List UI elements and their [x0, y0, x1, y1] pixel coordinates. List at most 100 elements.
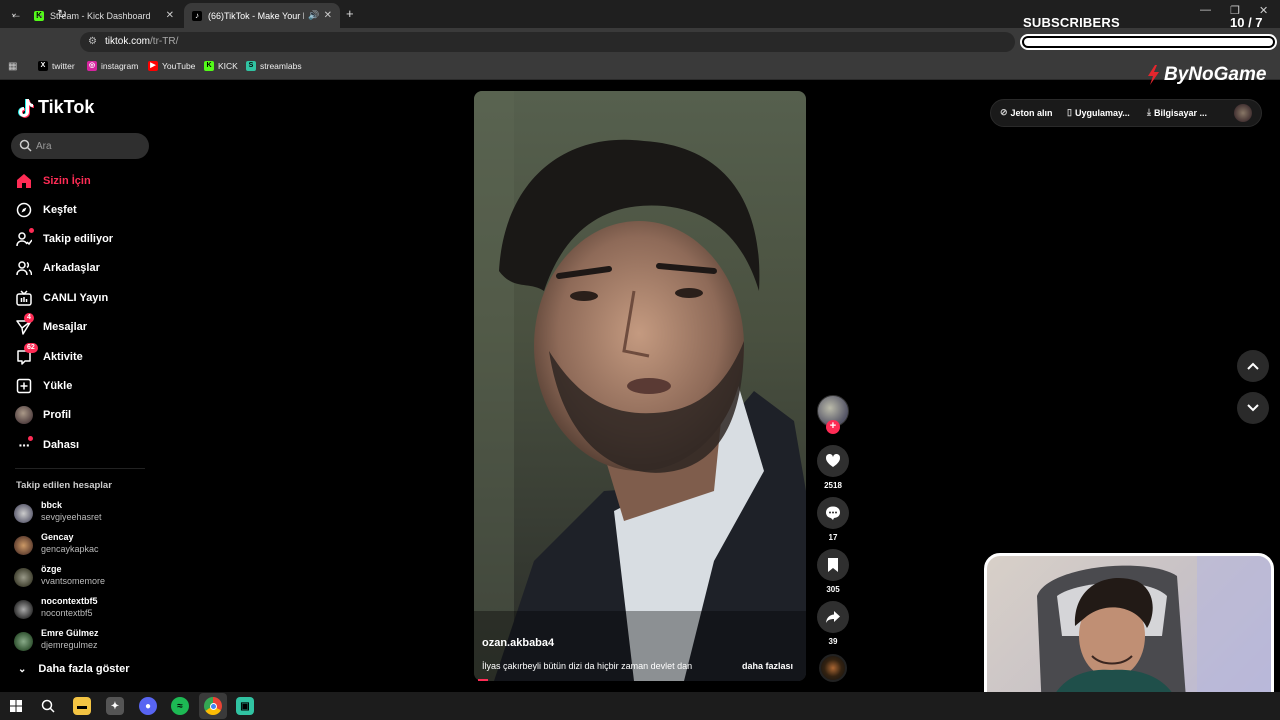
- next-video-button[interactable]: [1237, 392, 1269, 424]
- show-more-button[interactable]: ⌄ Daha fazla göster: [18, 663, 129, 675]
- spotify-icon[interactable]: ≈: [171, 697, 189, 715]
- windows-taskbar: [0, 692, 1280, 720]
- nav-label: Aktivite: [43, 351, 83, 363]
- omnibox[interactable]: [80, 32, 1015, 52]
- site-info-icon[interactable]: ⚙: [88, 36, 100, 48]
- nav-messages[interactable]: 4 Mesajlar: [15, 313, 155, 338]
- share-count: 39: [828, 637, 838, 646]
- webcam-feed: [1037, 556, 1271, 712]
- share-icon: [826, 611, 840, 623]
- following-account[interactable]: Gencay gencaykapkac: [14, 532, 154, 558]
- download-icon: ⤓: [1147, 107, 1151, 117]
- following-icon: [15, 228, 34, 248]
- get-app-button[interactable]: ▯ Uygulamay...: [1067, 107, 1130, 118]
- search-input[interactable]: [36, 138, 141, 154]
- following-accounts-title: Takip edilen hesaplar: [16, 480, 112, 491]
- avatar: [14, 600, 33, 619]
- nav-label: Mesajlar: [43, 321, 88, 333]
- bookmark-instagram[interactable]: ◎ instagram: [87, 61, 138, 71]
- minimize-icon[interactable]: —: [1200, 4, 1211, 16]
- nav-live[interactable]: CANLI Yayın: [15, 287, 155, 309]
- tiktok-favicon-icon: ♪: [192, 10, 202, 21]
- following-account[interactable]: Emre Gülmez djemregulmez: [14, 628, 154, 654]
- reload-icon[interactable]: ↻: [57, 7, 67, 21]
- nav-upload[interactable]: Yükle: [15, 375, 155, 397]
- speaker-icon[interactable]: 🔊: [308, 10, 319, 21]
- avatar: [14, 504, 33, 523]
- back-icon[interactable]: ←: [10, 7, 22, 21]
- nav-friends[interactable]: Arkadaşlar: [15, 257, 155, 279]
- tiktok-logo[interactable]: TikTok: [16, 97, 94, 118]
- tab-title: (66)TikTok - Make Your Day: [208, 10, 304, 21]
- caption-more-link[interactable]: daha fazlası: [742, 661, 793, 671]
- forward-icon[interactable]: →: [33, 7, 45, 21]
- account-username: djemregulmez: [41, 640, 98, 650]
- nav-label: Profil: [43, 409, 72, 421]
- follow-plus-button[interactable]: +: [826, 420, 840, 434]
- like-count: 2518: [824, 481, 842, 490]
- tab-tiktok[interactable]: ♪ (66)TikTok - Make Your Day 🔊 ✕: [184, 3, 340, 28]
- nav-label: Takip ediliyor: [43, 233, 114, 245]
- phone-icon: ▯: [1067, 107, 1072, 117]
- windows-start-icon[interactable]: [7, 697, 25, 715]
- nav-profile[interactable]: Profil: [15, 404, 155, 426]
- previous-video-button[interactable]: [1237, 350, 1269, 382]
- user-avatar[interactable]: [1234, 104, 1252, 122]
- nav-more[interactable]: ··· Dahası: [15, 434, 155, 456]
- nav-for-you[interactable]: Sizin İçin: [15, 170, 155, 192]
- chrome-icon[interactable]: [204, 697, 222, 715]
- message-icon: 4: [15, 313, 34, 336]
- friends-icon: [15, 259, 33, 277]
- account-name: Gencay: [41, 532, 74, 542]
- nav-explore[interactable]: Keşfet: [15, 199, 155, 221]
- activity-badge: 62: [24, 343, 38, 353]
- discord-icon[interactable]: ●: [139, 697, 157, 715]
- tab-kick-dashboard[interactable]: K Stream - Kick Dashboard ✕: [26, 3, 182, 28]
- following-account[interactable]: nocontextbf5 nocontextbf5: [14, 596, 154, 622]
- following-account[interactable]: özge vvantsomemore: [14, 564, 154, 590]
- messages-badge: 4: [24, 313, 34, 323]
- close-tab-icon[interactable]: ✕: [166, 10, 174, 21]
- bookmark-streamlabs[interactable]: Sstreamlabs: [246, 61, 302, 71]
- account-name: bbck: [41, 500, 63, 510]
- bookmark-kick[interactable]: K KICK: [204, 61, 238, 71]
- like-button[interactable]: [817, 445, 849, 477]
- desktop-app-button[interactable]: ⤓ Bilgisayar ...: [1147, 107, 1207, 118]
- close-tab-icon[interactable]: ✕: [324, 10, 332, 21]
- video-frame-illustration: [474, 91, 806, 681]
- chevron-down-icon: [1247, 404, 1259, 412]
- streamlabs-taskbar-icon[interactable]: ▣: [236, 697, 254, 715]
- bookmark-icon: [828, 558, 838, 572]
- nav-label: Keşfet: [43, 204, 77, 216]
- upload-icon: [15, 377, 33, 395]
- url-text[interactable]: tiktok.com/tr-TR/: [105, 36, 178, 47]
- home-icon: [15, 172, 33, 190]
- video-author[interactable]: ozan.akbaba4: [482, 637, 554, 649]
- logo-text: TikTok: [38, 97, 95, 117]
- comment-button[interactable]: [817, 497, 849, 529]
- profile-avatar: [15, 406, 33, 424]
- video-player[interactable]: [474, 91, 806, 681]
- nav-label: Arkadaşlar: [43, 262, 100, 274]
- search-icon[interactable]: [19, 139, 32, 152]
- get-coins-button[interactable]: ⊘ Jeton alın: [1000, 107, 1053, 118]
- music-disc-icon[interactable]: [819, 654, 847, 682]
- coin-icon: ⊘: [1000, 107, 1008, 117]
- account-username: nocontextbf5: [41, 608, 93, 618]
- bookmark-twitter[interactable]: Xtwitter: [38, 61, 75, 71]
- video-progress-bar[interactable]: [478, 679, 488, 681]
- nav-label: Dahası: [43, 439, 80, 451]
- instagram-icon: ◎: [87, 61, 97, 71]
- file-explorer-icon[interactable]: ▬: [73, 697, 91, 715]
- nav-following[interactable]: Takip ediliyor: [15, 228, 155, 250]
- app-icon[interactable]: ✦: [106, 697, 124, 715]
- taskbar-search-icon[interactable]: [39, 697, 57, 715]
- bookmark-youtube[interactable]: ▶ YouTube: [148, 61, 195, 71]
- account-username: gencaykapkac: [41, 544, 99, 554]
- following-account[interactable]: bbck sevgiyeehasret: [14, 500, 154, 526]
- save-button[interactable]: [817, 549, 849, 581]
- apps-grid-icon[interactable]: ▦: [8, 61, 17, 72]
- share-button[interactable]: [817, 601, 849, 633]
- nav-activity[interactable]: 62 Aktivite: [15, 343, 155, 368]
- new-tab-button[interactable]: +: [346, 6, 354, 21]
